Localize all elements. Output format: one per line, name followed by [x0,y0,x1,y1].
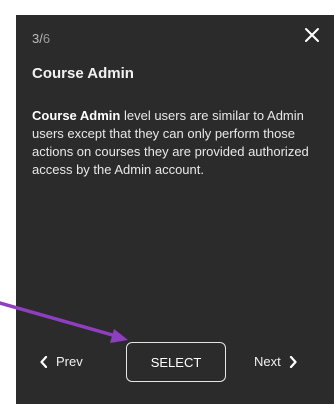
screenshot-stage: 3/6 Course Admin Course Admin level user… [0,0,334,404]
step-total: 6 [42,31,51,46]
close-button[interactable] [302,25,322,45]
description-highlight: Course Admin [32,108,121,123]
tour-title: Course Admin [32,65,134,82]
prev-button[interactable]: Prev [40,354,83,369]
step-counter: 3/6 [32,31,50,46]
close-icon [305,28,319,42]
step-current: 3/ [32,31,43,46]
select-label: SELECT [150,354,202,370]
prev-label: Prev [56,354,83,369]
next-button[interactable]: Next [254,354,297,369]
next-label: Next [254,354,281,369]
chevron-left-icon [40,355,48,368]
tour-footer: Prev SELECT Next [16,342,334,384]
tour-card: 3/6 Course Admin Course Admin level user… [16,15,334,404]
chevron-right-icon [289,355,297,368]
tour-description: Course Admin level users are similar to … [32,107,324,179]
select-button[interactable]: SELECT [126,342,226,382]
